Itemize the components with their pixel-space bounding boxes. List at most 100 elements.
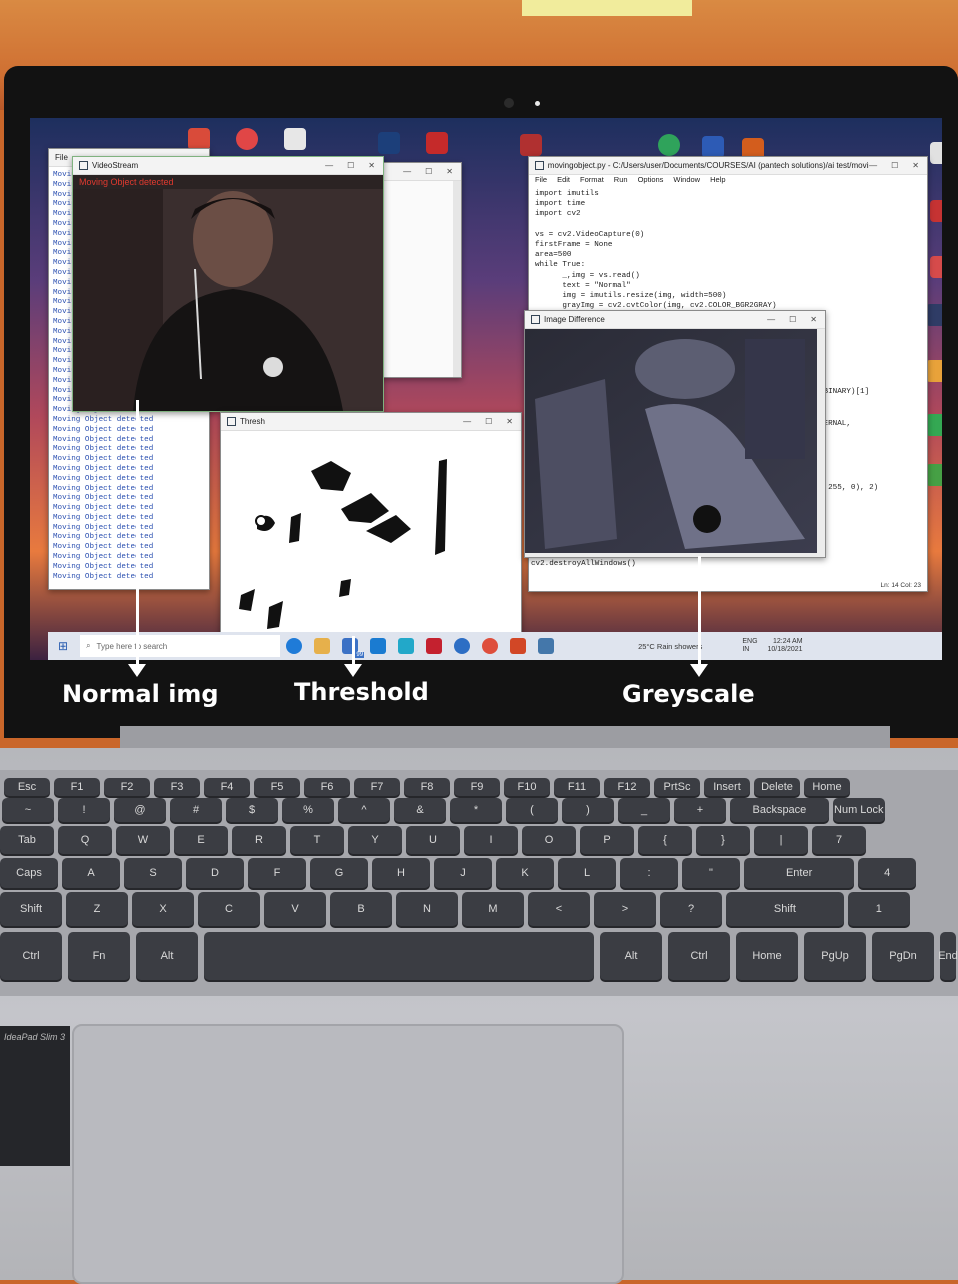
- key[interactable]: Tab: [0, 826, 54, 854]
- desktop-app-icon[interactable]: [926, 360, 942, 382]
- key[interactable]: (: [506, 798, 558, 822]
- maximize-icon[interactable]: ☐: [789, 315, 796, 324]
- key[interactable]: R: [232, 826, 286, 854]
- key[interactable]: T: [290, 826, 344, 854]
- mail-icon[interactable]: 99: [342, 638, 365, 658]
- clock[interactable]: 12:24 AM 10/18/2021: [768, 638, 803, 654]
- key[interactable]: A: [62, 858, 120, 888]
- key[interactable]: >: [594, 892, 656, 926]
- key[interactable]: @: [114, 798, 166, 822]
- key[interactable]: M: [462, 892, 524, 926]
- minimize-icon[interactable]: —: [869, 161, 877, 170]
- key[interactable]: B: [330, 892, 392, 926]
- console-menu-file[interactable]: File: [55, 153, 68, 162]
- close-icon[interactable]: ✕: [810, 315, 817, 324]
- key[interactable]: !: [58, 798, 110, 822]
- key[interactable]: Esc: [4, 778, 50, 796]
- key[interactable]: ?: [660, 892, 722, 926]
- pc-icon[interactable]: [930, 142, 942, 164]
- desktop-app-icon[interactable]: [284, 128, 306, 150]
- video-titlebar[interactable]: VideoStream — ☐ ✕: [73, 157, 383, 175]
- weather-text[interactable]: 25°C Rain showers: [638, 642, 702, 651]
- python-icon[interactable]: [538, 638, 555, 654]
- key[interactable]: %: [282, 798, 334, 822]
- desktop-app-icon[interactable]: [378, 132, 400, 154]
- file-explorer-icon[interactable]: [314, 638, 331, 654]
- key[interactable]: F1: [54, 778, 100, 796]
- key[interactable]: |: [754, 826, 808, 854]
- key[interactable]: &: [394, 798, 446, 822]
- key[interactable]: Ctrl: [0, 932, 62, 980]
- key[interactable]: Num Lock: [832, 798, 885, 822]
- key[interactable]: F4: [204, 778, 250, 796]
- key[interactable]: Ctrl: [668, 932, 730, 980]
- maximize-icon[interactable]: ☐: [485, 417, 492, 426]
- editor-menu-item[interactable]: Window: [673, 175, 700, 187]
- key[interactable]: J: [434, 858, 492, 888]
- desktop-app-icon[interactable]: [520, 134, 542, 156]
- key[interactable]: F11: [554, 778, 600, 796]
- key[interactable]: V: [264, 892, 326, 926]
- key[interactable]: X: [132, 892, 194, 926]
- editor-menu-item[interactable]: Format: [580, 175, 604, 187]
- key[interactable]: W: [116, 826, 170, 854]
- edge-icon[interactable]: [286, 638, 303, 654]
- key[interactable]: 7: [812, 826, 866, 854]
- key[interactable]: :: [620, 858, 678, 888]
- key[interactable]: Delete: [754, 778, 800, 796]
- key[interactable]: F12: [604, 778, 650, 796]
- thresh-titlebar[interactable]: Thresh — ☐ ✕: [221, 413, 521, 431]
- mcafee-icon[interactable]: [426, 638, 443, 654]
- key[interactable]: F10: [504, 778, 550, 796]
- key[interactable]: F6: [304, 778, 350, 796]
- key[interactable]: F5: [254, 778, 300, 796]
- taskbar-search-box[interactable]: ⌕ Type here to search: [80, 635, 281, 657]
- key[interactable]: F8: [404, 778, 450, 796]
- key[interactable]: <: [528, 892, 590, 926]
- key[interactable]: ~: [2, 798, 54, 822]
- key[interactable]: I: [464, 826, 518, 854]
- app-l-icon[interactable]: [370, 638, 387, 654]
- thresh-window[interactable]: Thresh — ☐ ✕: [220, 412, 522, 644]
- key[interactable]: N: [396, 892, 458, 926]
- video-window[interactable]: VideoStream — ☐ ✕ Moving Object detected: [72, 156, 384, 412]
- key[interactable]: Z: [66, 892, 128, 926]
- r-icon[interactable]: [454, 638, 471, 654]
- editor-titlebar[interactable]: movingobject.py - C:/Users/user/Document…: [529, 157, 927, 175]
- key[interactable]: Y: [348, 826, 402, 854]
- key[interactable]: Shift: [0, 892, 62, 926]
- key[interactable]: S: [124, 858, 182, 888]
- desktop-app-icon[interactable]: [930, 256, 942, 278]
- key[interactable]: G: [310, 858, 368, 888]
- key[interactable]: PgUp: [804, 932, 866, 980]
- minimize-icon[interactable]: —: [463, 417, 471, 426]
- key[interactable]: Insert: [704, 778, 750, 796]
- key[interactable]: }: [696, 826, 750, 854]
- key[interactable]: F3: [154, 778, 200, 796]
- key[interactable]: D: [186, 858, 244, 888]
- desktop-app-icon[interactable]: [926, 464, 942, 486]
- key[interactable]: P: [580, 826, 634, 854]
- desktop-app-icon[interactable]: [926, 304, 942, 326]
- key[interactable]: Alt: [136, 932, 198, 980]
- key[interactable]: K: [496, 858, 554, 888]
- key[interactable]: Shift: [726, 892, 844, 926]
- desktop-app-icon[interactable]: [702, 136, 724, 158]
- key[interactable]: L: [558, 858, 616, 888]
- language-indicator[interactable]: ENG IN: [742, 638, 757, 654]
- key[interactable]: End: [938, 932, 958, 980]
- key[interactable]: C: [198, 892, 260, 926]
- maximize-icon[interactable]: ☐: [347, 161, 354, 170]
- editor-menu-item[interactable]: Help: [710, 175, 725, 187]
- maximize-icon[interactable]: ☐: [891, 161, 898, 170]
- desktop-app-icon[interactable]: [426, 132, 448, 154]
- whatsapp-icon[interactable]: [658, 134, 680, 156]
- key[interactable]: ): [562, 798, 614, 822]
- code-area[interactable]: import imutils import time import cv2 vs =…: [529, 187, 927, 311]
- key[interactable]: #: [170, 798, 222, 822]
- close-icon[interactable]: ✕: [506, 417, 513, 426]
- editor-menu-item[interactable]: Options: [638, 175, 664, 187]
- key[interactable]: F7: [354, 778, 400, 796]
- desktop-app-icon[interactable]: [926, 414, 942, 436]
- key[interactable]: Fn: [68, 932, 130, 980]
